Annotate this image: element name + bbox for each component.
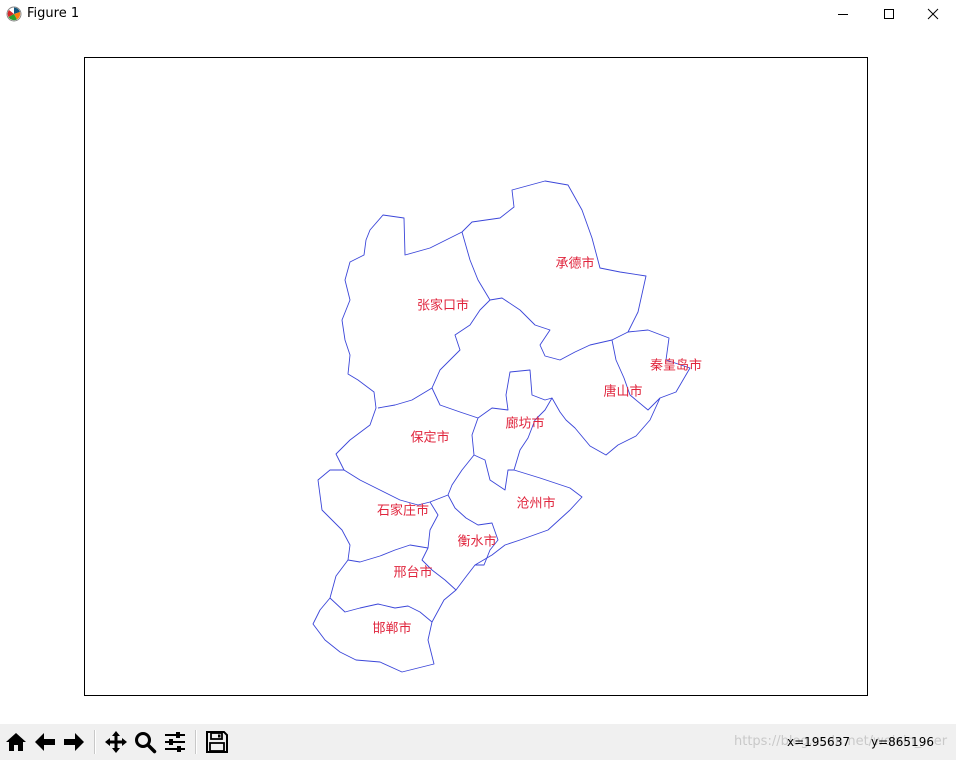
zoom-button[interactable] [131,728,159,756]
label-langfang: 廊坊市 [505,416,544,432]
sliders-icon [165,732,185,752]
label-cangzhou: 沧州市 [516,496,555,512]
label-hengshui: 衡水市 [457,534,496,550]
move-icon [105,731,127,753]
zoom-icon [135,732,157,754]
arrow-left-icon [35,733,55,751]
cursor-x-readout: x=195637 [787,735,850,749]
maximize-button[interactable] [866,0,912,28]
close-icon [927,8,939,20]
toolbar-separator [195,730,197,754]
label-tangshan: 唐山市 [603,384,642,400]
toolbar-separator [94,730,96,754]
pan-button[interactable] [102,728,130,756]
map-plot: 承德市 张家口市 秦皇岛市 唐山市 廊坊市 保定市 沧州市 石家庄市 衡水市 邢… [84,57,868,696]
home-button[interactable] [2,728,30,756]
title-bar: Figure 1 [0,0,956,28]
arrow-right-icon [64,733,84,751]
label-chengde: 承德市 [555,256,594,272]
home-icon [6,733,26,751]
label-handan: 邯郸市 [372,621,411,637]
matplotlib-icon [6,6,22,22]
forward-button[interactable] [60,728,88,756]
save-icon [206,731,228,753]
label-zhangjiakou: 张家口市 [417,298,469,314]
label-baoding: 保定市 [410,430,449,446]
window-title: Figure 1 [27,6,80,21]
label-qinhuangdao: 秦皇岛市 [650,358,702,374]
close-button[interactable] [910,0,956,28]
label-xingtai: 邢台市 [393,565,432,581]
configure-button[interactable] [161,728,189,756]
figure-canvas[interactable]: 承德市 张家口市 秦皇岛市 唐山市 廊坊市 保定市 沧州市 石家庄市 衡水市 邢… [0,28,956,724]
minimize-button[interactable] [820,0,866,28]
cursor-y-readout: y=865196 [871,735,934,749]
navigation-toolbar: https://blog.csdn.net/weixin_...er x=195… [0,724,956,760]
maximize-icon [884,9,894,19]
label-shijiazhuang: 石家庄市 [377,503,429,519]
back-button[interactable] [31,728,59,756]
save-button[interactable] [203,728,231,756]
axes-frame [84,57,868,696]
minimize-icon [838,14,848,15]
